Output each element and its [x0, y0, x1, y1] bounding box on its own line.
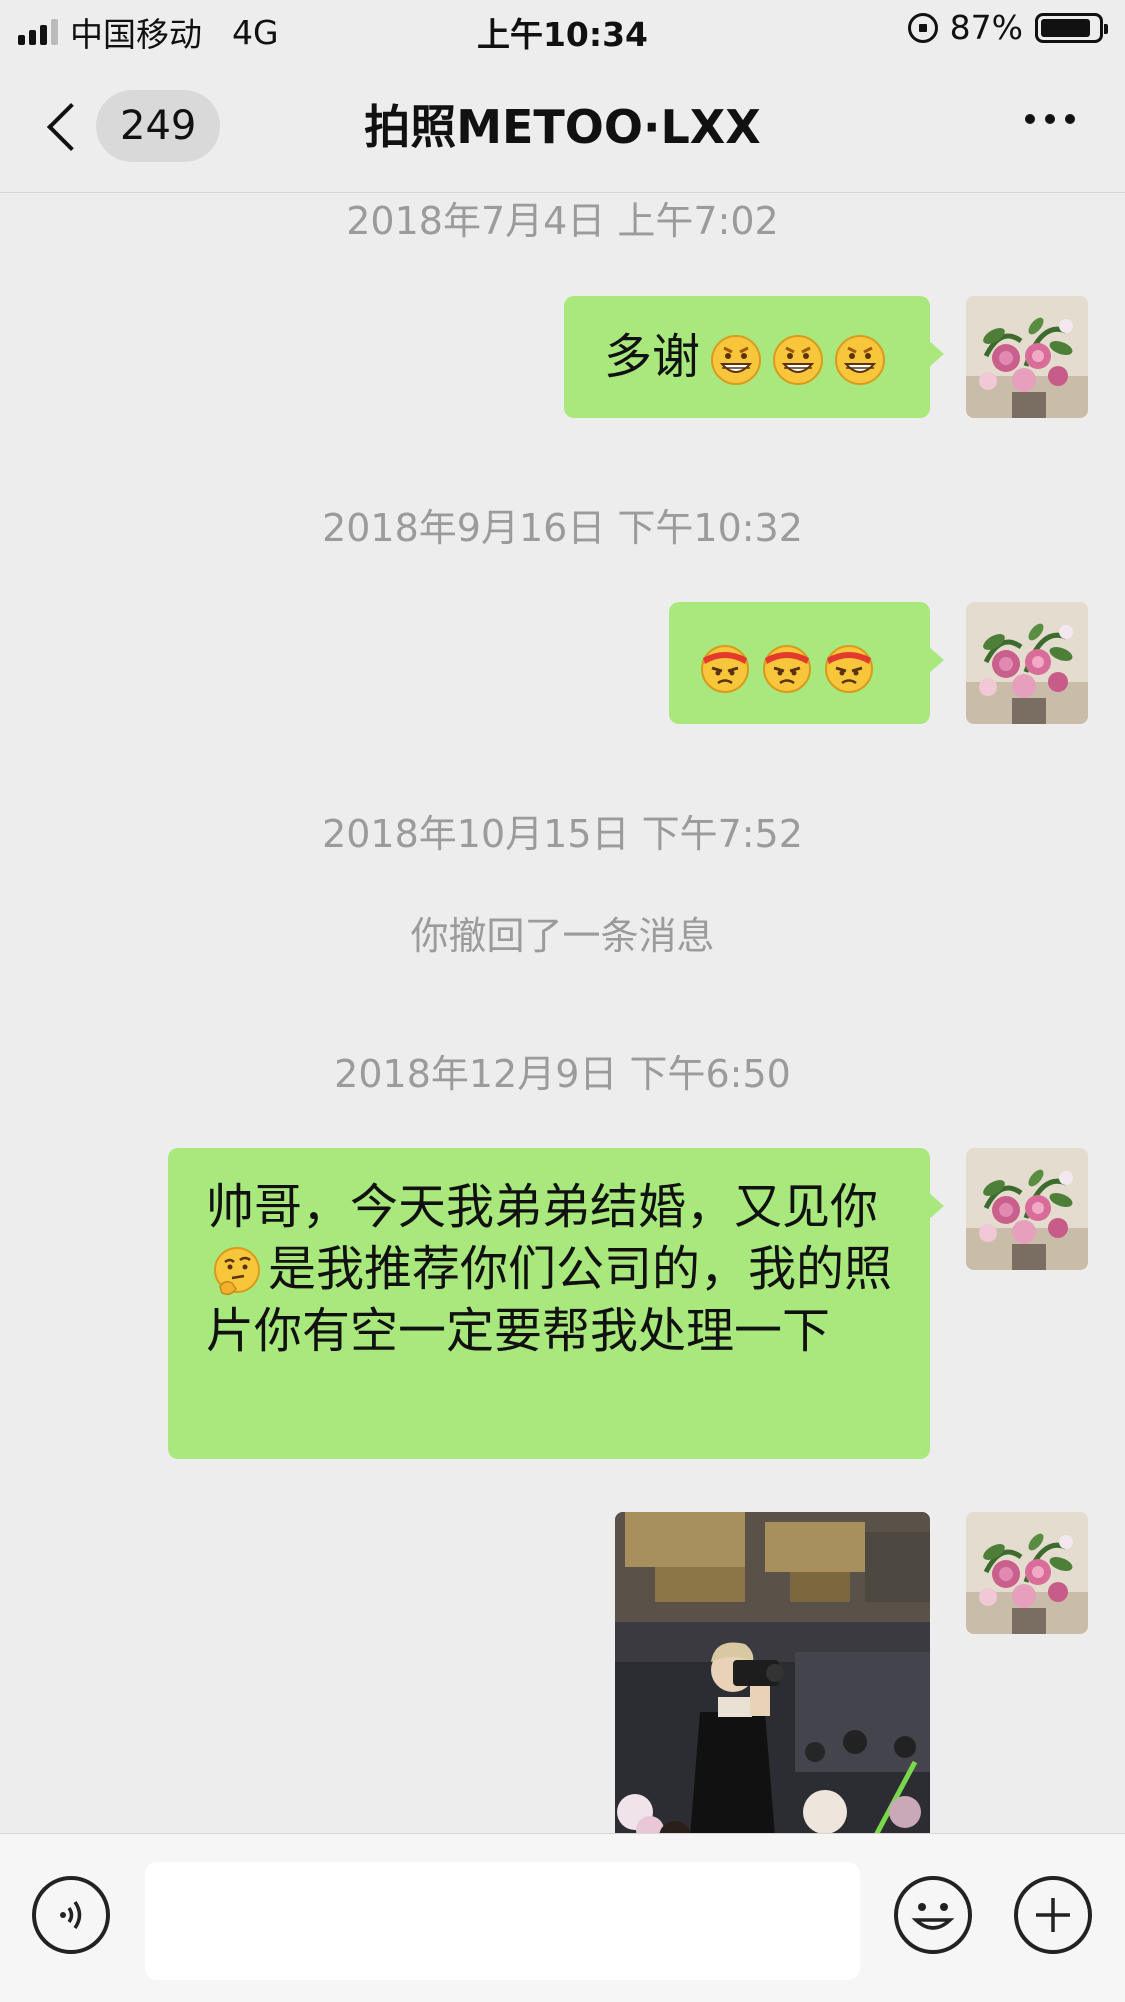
grin-icon — [773, 335, 824, 385]
message-input[interactable] — [145, 1862, 860, 1980]
message-text: 是我推荐你们公司的，我的照片你有空一定要帮我处理一下 — [206, 1241, 893, 1359]
thinking-icon — [214, 1247, 260, 1296]
angry-headband-icon — [763, 645, 811, 693]
avatar[interactable] — [966, 1148, 1088, 1270]
message-timestamp: 2018年12月9日 下午6:50 — [334, 1052, 791, 1096]
voice-waves — [60, 1901, 82, 1929]
grin-icon — [711, 335, 762, 385]
chat-title: 拍照METOO·LXX — [364, 100, 761, 154]
battery-percent: 87% — [949, 8, 1023, 47]
avatar[interactable] — [966, 602, 1088, 724]
recall-notice: 你撤回了一条消息 — [410, 914, 715, 958]
avatar[interactable] — [966, 296, 1088, 418]
message-timestamp: 2018年7月4日 上午7:02 — [346, 199, 779, 243]
message-bubble[interactable]: 帅哥，今天我弟弟结婚，又见你是我推荐你们公司的，我的照片你有空一定要帮我处理一下 — [168, 1148, 944, 1459]
status-bar: 中国移动 4G 上午10:34 87% — [0, 0, 1125, 62]
plus-icon[interactable] — [1014, 1876, 1092, 1954]
message-text: 多谢 — [604, 329, 701, 385]
battery-fill — [1041, 18, 1090, 37]
rotation-lock-icon — [907, 12, 938, 43]
voice-icon[interactable] — [32, 1876, 110, 1954]
angry-headband-icon — [825, 645, 873, 693]
message-text: 帅哥，今天我弟弟结婚，又见你 — [206, 1179, 879, 1235]
emoji-icon[interactable] — [894, 1876, 972, 1954]
input-bar — [0, 1833, 1125, 2002]
image-message[interactable] — [615, 1512, 930, 1837]
smile-face — [911, 1903, 955, 1930]
grin-icon — [835, 335, 886, 385]
message-bubble[interactable] — [669, 602, 944, 724]
message-timestamp: 2018年9月16日 下午10:32 — [322, 506, 803, 550]
more-options-icon[interactable] — [1025, 114, 1075, 124]
message-bubble[interactable]: 多谢 — [564, 296, 944, 418]
avatar[interactable] — [966, 1512, 1088, 1634]
message-timestamp: 2018年10月15日 下午7:52 — [322, 812, 803, 856]
angry-headband-icon — [701, 645, 749, 693]
chat-header: 249 拍照METOO·LXX — [0, 62, 1125, 193]
plus-sign — [1036, 1898, 1070, 1932]
status-right: 87% — [907, 8, 1108, 47]
battery-icon — [1035, 12, 1108, 43]
photographer-photo — [615, 1512, 930, 1837]
